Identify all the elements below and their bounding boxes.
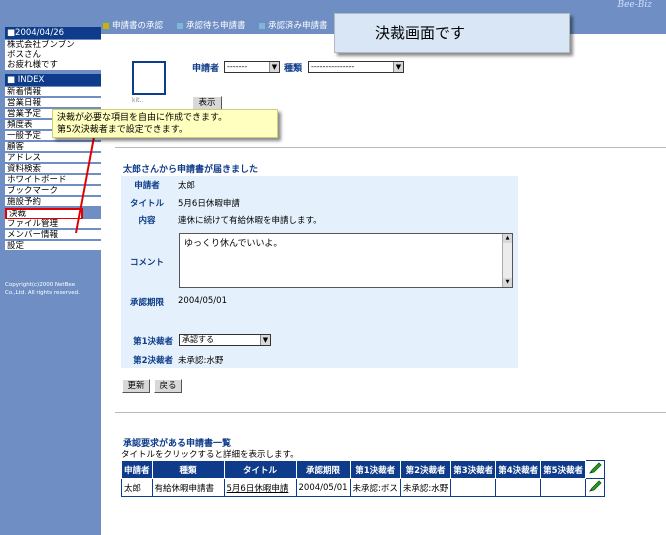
table-cell <box>540 478 587 497</box>
applicant-value: 太郎 <box>178 181 196 191</box>
index-header: ■ INDEX <box>5 74 101 86</box>
type-select[interactable]: --------------- ▼ <box>308 61 404 73</box>
comment-scrollbar[interactable]: ▲ ▼ <box>502 234 512 287</box>
tab-approve[interactable]: 申請書の承認 <box>103 19 163 31</box>
tab-approved[interactable]: 承認済み申請書 <box>259 19 328 31</box>
deadline-value: 2004/05/01 <box>178 296 227 306</box>
applicant-select[interactable]: ------- ▼ <box>224 61 280 73</box>
applicant-label: 申請者 <box>134 181 160 191</box>
column-header: 第3決裁者 <box>450 460 497 479</box>
table-cell <box>495 478 542 497</box>
tab-label: 承認待ち申請書 <box>186 21 246 31</box>
brand-logo: Bee-Biz <box>617 0 652 10</box>
table-cell <box>450 478 497 497</box>
column-header: 承認期限 <box>295 460 351 479</box>
content-label: 内容 <box>138 216 156 226</box>
update-button[interactable]: 更新 <box>122 379 150 393</box>
sidebar: ■2004/04/26 株式会社ブンブン ボスさん お疲れ様です ■ INDEX… <box>0 0 101 535</box>
note-callout: 決裁が必要な項目を自由に作成できます。 第5次決裁者まで設定できます。 <box>52 109 278 138</box>
user-name: ボスさん <box>7 50 42 60</box>
scroll-down-icon[interactable]: ▼ <box>503 278 512 287</box>
date-header: ■2004/04/26 <box>5 27 101 39</box>
tab-label: 承認済み申請書 <box>268 21 328 31</box>
column-header: タイトル <box>223 460 297 479</box>
callout-pointer <box>75 137 95 234</box>
detail-panel: 申請者 太郎 タイトル 5月6日休暇申請 内容 連休に続けて有給休暇を申請します… <box>121 176 518 368</box>
chevron-down-icon: ▼ <box>393 62 403 72</box>
list-hint: タイトルをクリックすると詳細を表示します。 <box>121 450 299 460</box>
comment-label: コメント <box>129 258 164 268</box>
tab-marker-icon <box>259 22 265 29</box>
copyright-line: Copyright(c)2000 NetBee <box>5 282 76 288</box>
title-callout: 決裁画面です <box>334 13 570 53</box>
company-logo-icon <box>132 61 166 95</box>
column-header: 第4決裁者 <box>495 460 542 479</box>
note-line: 決裁が必要な項目を自由に作成できます。 <box>57 113 228 123</box>
deadline-label: 承認期限 <box>129 298 164 308</box>
approver1-select[interactable]: 承認する ▼ <box>179 334 271 346</box>
select-value: --------------- <box>311 62 355 71</box>
request-table: 申請者 種類 タイトル 承認期限 第1決裁者 第2決裁者 第3決裁者 第4決裁者… <box>121 460 606 497</box>
tab-marker-icon <box>177 22 183 29</box>
title-value: 5月6日休暇申請 <box>178 199 240 209</box>
sidebar-item[interactable]: 設定 <box>5 241 101 251</box>
edit-header-cell <box>585 460 606 479</box>
edit-cell <box>585 478 606 497</box>
tab-marker-icon <box>103 22 109 29</box>
pencil-icon[interactable] <box>587 479 603 493</box>
chevron-down-icon: ▼ <box>269 62 279 72</box>
column-header: 申請者 <box>121 460 153 479</box>
approver2-value: 未承認:水野 <box>178 356 224 366</box>
approver1-label: 第1決裁者 <box>133 337 173 347</box>
column-header: 第2決裁者 <box>399 460 452 479</box>
table-cell: 2004/05/01 <box>295 478 351 497</box>
pencil-icon[interactable] <box>587 461 603 475</box>
select-value: 承認する <box>182 335 214 344</box>
applicant-filter-label: 申請者 <box>192 64 220 74</box>
greeting-text: お疲れ様です <box>7 60 59 70</box>
request-title-link[interactable]: 5月6日休暇申請 <box>223 478 297 497</box>
user-greeting: 株式会社ブンブン ボスさん お疲れ様です <box>5 40 101 70</box>
type-filter-label: 種類 <box>284 64 303 74</box>
scroll-up-icon[interactable]: ▲ <box>503 234 512 243</box>
table-cell: 有給休暇申請書 <box>151 478 225 497</box>
tab-label: 申請書の承認 <box>112 21 164 31</box>
back-button[interactable]: 戻る <box>154 379 182 393</box>
logo-caption: kit.. <box>132 97 144 104</box>
divider <box>115 412 666 413</box>
column-header: 種類 <box>151 460 225 479</box>
show-button[interactable]: 表示 <box>192 96 222 110</box>
title-label: タイトル <box>129 199 164 209</box>
approver2-label: 第2決裁者 <box>133 356 173 366</box>
tab-pending[interactable]: 承認待ち申請書 <box>177 19 246 31</box>
copyright-line: Co.,Ltd. All rights reserved. <box>5 290 80 296</box>
table-cell: 未承認:ボス <box>349 478 401 497</box>
column-header: 第5決裁者 <box>540 460 587 479</box>
sidebar-item[interactable]: 営業日報 <box>5 98 101 108</box>
table-cell: 太郎 <box>121 478 153 497</box>
sidebar-item[interactable]: 新着情報 <box>5 87 101 97</box>
detail-title: 太郎さんから申請書が届きました <box>123 165 259 175</box>
company-name: 株式会社ブンブン <box>7 40 75 50</box>
divider <box>115 147 666 148</box>
table-row: 太郎 有給休暇申請書 5月6日休暇申請 2004/05/01 未承認:ボス 未承… <box>121 478 606 497</box>
copyright: Copyright(c)2000 NetBee Co.,Ltd. All rig… <box>5 281 100 297</box>
comment-text: ゆっくり休んでいいよ。 <box>184 239 283 249</box>
note-line: 第5次決裁者まで設定できます。 <box>57 125 188 135</box>
chevron-down-icon: ▼ <box>260 335 270 345</box>
comment-textarea[interactable]: ゆっくり休んでいいよ。 ▲ ▼ <box>179 233 513 288</box>
select-value: ------- <box>227 62 248 71</box>
table-header-row: 申請者 種類 タイトル 承認期限 第1決裁者 第2決裁者 第3決裁者 第4決裁者… <box>121 460 606 479</box>
column-header: 第1決裁者 <box>349 460 401 479</box>
table-cell: 未承認:水野 <box>399 478 452 497</box>
content-value: 連休に続けて有給休暇を申請します。 <box>178 216 322 226</box>
